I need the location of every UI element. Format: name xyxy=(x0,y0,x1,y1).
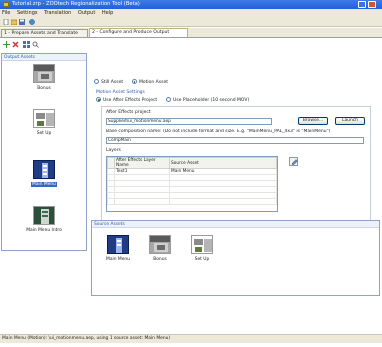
source-assets-header: Source Assets xyxy=(92,221,379,228)
source-asset-bonus[interactable]: Bonus xyxy=(136,235,184,262)
layers-label: Layers xyxy=(106,148,121,153)
minimize-button[interactable] xyxy=(358,1,366,8)
output-assets-panel: Output Assets Bonus Set Up Main Menu Mai… xyxy=(1,53,87,251)
asset-thumbnail xyxy=(33,206,55,225)
new-icon[interactable] xyxy=(3,18,9,26)
motion-source-group: Use After Effects Project Use Placeholde… xyxy=(96,97,249,103)
output-asset-set-up[interactable]: Set Up xyxy=(20,109,68,136)
asset-type-group: Still Asset Motion Asset xyxy=(94,79,168,85)
menu-bar: File Settings Translation Output Help xyxy=(0,9,382,17)
add-icon[interactable] xyxy=(3,41,10,48)
motion-asset-label: Motion Asset xyxy=(138,80,168,85)
save-icon[interactable] xyxy=(19,19,25,25)
title-bar: Tutorial.zrp - ZOOtech Regionalization T… xyxy=(0,0,382,9)
source-asset-set-up[interactable]: Set Up xyxy=(178,235,226,262)
window-title: Tutorial.zrp - ZOOtech Regionalization T… xyxy=(12,1,140,7)
table-row[interactable] xyxy=(107,198,277,205)
status-bar: Main Menu (Motion): \ui_motionmenu.aep, … xyxy=(0,334,382,343)
use-placeholder-radio[interactable] xyxy=(166,97,172,102)
still-asset-radio[interactable] xyxy=(94,79,99,84)
app-icon xyxy=(3,2,9,7)
asset-thumbnail xyxy=(107,235,129,254)
grid-icon[interactable] xyxy=(23,41,30,48)
tab-configure-output[interactable]: 2 - Configure and Produce Output xyxy=(89,28,188,37)
toolbar xyxy=(0,17,382,27)
ae-project-input[interactable]: Supplied\ui_motionmenu.aep xyxy=(106,118,272,125)
output-asset-bonus[interactable]: Bonus xyxy=(20,64,68,91)
still-asset-label: Still Asset xyxy=(101,80,124,85)
asset-thumbnail xyxy=(149,235,171,254)
layers-column-ae-name[interactable]: After Effects Layer Name xyxy=(114,157,170,169)
asset-label: Bonus xyxy=(37,86,51,91)
row-header-spacer xyxy=(107,157,115,169)
tab-prepare-assets[interactable]: 1 - Prepare Assets and Translate xyxy=(1,29,88,37)
menu-settings[interactable]: Settings xyxy=(17,10,38,16)
use-placeholder-label: Use Placeholder (10 second MOV) xyxy=(173,98,250,103)
output-asset-main-menu-intro[interactable]: Main Menu Intro xyxy=(20,206,68,233)
layers-column-source-asset[interactable]: Source Asset xyxy=(169,157,277,169)
edit-layers-icon[interactable] xyxy=(289,157,298,166)
asset-thumbnail xyxy=(33,64,55,83)
base-composition-input[interactable]: CompMain xyxy=(106,137,364,144)
asset-label: Main Menu Intro xyxy=(26,228,62,233)
source-assets-panel: Source Assets Main Menu Bonus Set Up xyxy=(91,220,380,296)
output-assets-header: Output Assets xyxy=(2,54,86,61)
motion-settings-title: Motion Asset Settings xyxy=(96,90,145,95)
open-icon[interactable] xyxy=(10,19,18,26)
remove-icon[interactable] xyxy=(12,41,19,48)
asset-label: Bonus xyxy=(153,257,167,262)
menu-output[interactable]: Output xyxy=(78,10,95,16)
launch-button[interactable]: Launch xyxy=(335,117,365,125)
tab-strip: 1 - Prepare Assets and Translate 2 - Con… xyxy=(0,28,382,37)
menu-file[interactable]: File xyxy=(2,10,10,16)
layers-table[interactable]: After Effects Layer Name Source Asset Te… xyxy=(106,156,278,212)
asset-label: Main Menu xyxy=(31,182,57,187)
asset-label: Set Up xyxy=(36,131,52,136)
motion-asset-radio[interactable] xyxy=(131,79,137,84)
use-ae-project-radio[interactable] xyxy=(96,97,101,102)
menu-help[interactable]: Help xyxy=(102,10,113,16)
asset-label: Main Menu xyxy=(106,257,130,262)
globe-icon[interactable] xyxy=(29,19,35,25)
asset-thumbnail xyxy=(191,235,213,254)
menu-translation[interactable]: Translation xyxy=(44,10,71,16)
base-composition-label: Base composition name: (Do not include f… xyxy=(106,129,331,134)
asset-label: Set Up xyxy=(194,257,210,262)
asset-thumbnail xyxy=(33,160,55,179)
asset-thumbnail xyxy=(33,109,55,128)
search-icon[interactable] xyxy=(32,41,39,48)
close-button[interactable] xyxy=(368,1,376,8)
browse-button[interactable]: Browse... xyxy=(298,117,328,125)
source-asset-main-menu[interactable]: Main Menu xyxy=(94,235,142,262)
output-asset-main-menu[interactable]: Main Menu xyxy=(20,160,68,187)
use-ae-project-label: Use After Effects Project xyxy=(103,98,158,103)
tab-content: Output Assets Bonus Set Up Main Menu Mai… xyxy=(0,37,382,332)
ae-project-label: After Effects project xyxy=(106,110,151,115)
